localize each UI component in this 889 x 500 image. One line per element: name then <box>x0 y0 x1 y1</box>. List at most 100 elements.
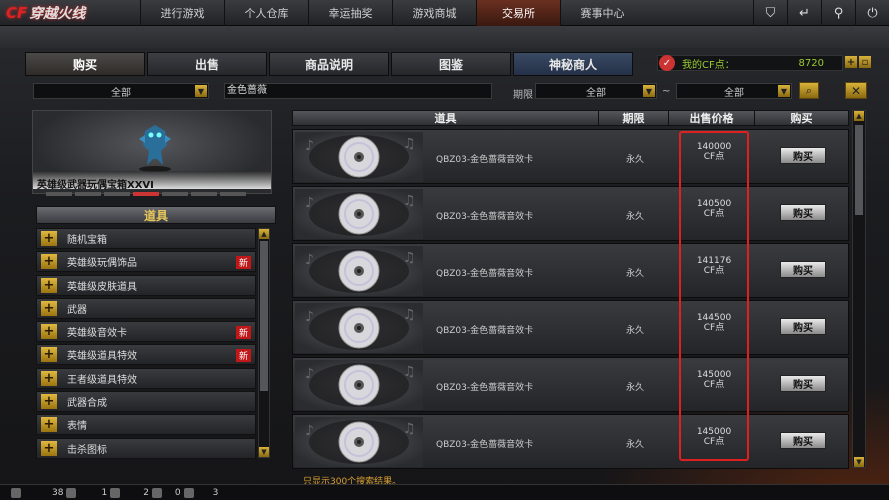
chevron-down-icon[interactable]: ▼ <box>778 85 790 97</box>
category-scrollbar[interactable]: ▲ ▼ <box>258 228 270 458</box>
buy-button[interactable]: 购买 <box>780 318 826 335</box>
tab-mystery-merchant[interactable]: 神秘商人 <box>513 52 633 76</box>
table-row[interactable]: ♪ ♫ QBZ03-金色蔷薇音效卡 永久 145000 CF点 购买 <box>292 357 849 412</box>
scroll-up-icon[interactable]: ▲ <box>854 111 864 121</box>
category-dropdown[interactable]: 全部 ▼ <box>33 83 209 99</box>
chat-icon[interactable] <box>151 487 162 498</box>
chevron-down-icon[interactable]: ▼ <box>195 85 207 97</box>
game-logo: CF 穿越火线 <box>0 0 140 26</box>
plus-icon[interactable]: + <box>41 394 57 410</box>
scrollbar-thumb[interactable] <box>260 241 268 391</box>
period-to-dropdown[interactable]: 全部 ▼ <box>676 83 792 99</box>
category-item[interactable]: + 武器 <box>36 297 256 319</box>
buy-button[interactable]: 购买 <box>780 261 826 278</box>
column-header-price[interactable]: 出售价格 <box>669 111 755 125</box>
carousel-dot[interactable] <box>191 192 217 196</box>
tab-item-info[interactable]: 商品说明 <box>269 52 389 76</box>
plus-icon[interactable]: + <box>41 277 57 293</box>
carousel-dot[interactable] <box>220 192 246 196</box>
nav-play-game[interactable]: 进行游戏 <box>140 0 224 26</box>
item-period: 永久 <box>626 155 645 165</box>
category-label: 英雄级皮肤道具 <box>67 281 137 293</box>
listing-scrollbar[interactable]: ▲ ▼ <box>852 110 866 468</box>
logout-icon[interactable]: ↵ <box>787 0 821 26</box>
category-item[interactable]: + 王者级道具特效 <box>36 367 256 389</box>
menu-icon[interactable] <box>11 487 21 498</box>
nav-events[interactable]: 赛事中心 <box>560 0 644 26</box>
category-item[interactable]: + 击杀图标 <box>36 437 256 459</box>
item-price: 140500 CF点 <box>676 199 752 219</box>
table-row[interactable]: ♪ ♫ QBZ03-金色蔷薇音效卡 永久 140500 CF点 购买 <box>292 186 849 241</box>
price-value: 140000 <box>696 142 732 152</box>
add-cf-button[interactable]: + <box>845 56 857 68</box>
carousel-dot[interactable] <box>162 192 188 196</box>
search-button[interactable]: ⌕ <box>799 82 819 99</box>
my-cf-points: 我的CF点： 8720 <box>657 55 843 71</box>
buy-button[interactable]: 购买 <box>780 432 826 449</box>
shield-icon[interactable]: ⛉ <box>753 0 787 26</box>
category-item[interactable]: + 随机宝箱 <box>36 228 256 249</box>
speaker-icon[interactable] <box>183 487 194 498</box>
plus-icon[interactable]: + <box>41 370 57 386</box>
tab-catalog[interactable]: 图鉴 <box>391 52 511 76</box>
carousel-dot[interactable] <box>75 192 101 196</box>
table-row[interactable]: ♪ ♫ QBZ03-金色蔷薇音效卡 永久 140000 CF点 购买 <box>292 129 849 184</box>
nav-exchange[interactable]: 交易所 <box>476 0 560 26</box>
plus-icon[interactable]: + <box>41 254 57 270</box>
buy-button[interactable]: 购买 <box>780 375 826 392</box>
nav-lucky-draw[interactable]: 幸运抽奖 <box>308 0 392 26</box>
scrollbar-thumb[interactable] <box>855 125 863 215</box>
column-header-buy: 购买 <box>790 112 813 125</box>
category-item[interactable]: + 表情 <box>36 414 256 436</box>
scroll-up-icon[interactable]: ▲ <box>259 229 269 239</box>
plus-icon[interactable]: + <box>41 231 57 246</box>
chevron-down-icon[interactable]: ▼ <box>643 85 655 97</box>
category-item[interactable]: + 英雄级皮肤道具 <box>36 274 256 296</box>
scroll-down-icon[interactable]: ▼ <box>259 447 269 457</box>
table-row[interactable]: ♪ ♫ QBZ03-金色蔷薇音效卡 永久 141176 CF点 购买 <box>292 243 849 298</box>
carousel-dot[interactable] <box>46 192 72 196</box>
category-item[interactable]: + 英雄级音效卡 新 <box>36 321 256 343</box>
close-icon: ✕ <box>850 83 862 98</box>
plus-icon[interactable]: + <box>41 324 57 340</box>
search-input[interactable]: 金色蔷薇 <box>224 83 492 99</box>
category-item[interactable]: + 英雄级道具特效 新 <box>36 344 256 366</box>
left-panel: 英雄级武器玩偶宝箱XXVI 道具 + 随机宝箱 + 英雄级玩偶饰品新 + 英雄级皮肤道… <box>32 110 280 470</box>
table-row[interactable]: ♪ ♫ QBZ03-金色蔷薇音效卡 永久 144500 CF点 购买 <box>292 300 849 355</box>
people-icon[interactable] <box>66 487 77 498</box>
range-tilde: ~ <box>662 86 671 97</box>
nav-game-mall[interactable]: 游戏商城 <box>392 0 476 26</box>
status-count: 3 <box>212 487 219 498</box>
period-from-dropdown[interactable]: 全部 ▼ <box>535 83 657 99</box>
close-button[interactable]: ✕ <box>845 82 867 99</box>
carousel-dot-active[interactable] <box>133 192 159 196</box>
listing-table: 道具 期限 出售价格 购买 ♪ ♫ QBZ03-金色蔷薇音效卡 永久 140000 CF点… <box>292 110 849 469</box>
plus-icon[interactable]: + <box>41 440 57 456</box>
nav-inventory[interactable]: 个人仓库 <box>224 0 308 26</box>
plus-icon[interactable]: + <box>41 417 57 433</box>
cf-info-button[interactable]: ▫ <box>859 56 871 68</box>
column-header-item[interactable]: 道具 <box>293 111 599 125</box>
plus-icon[interactable]: + <box>41 300 57 316</box>
table-row[interactable]: ♪ ♫ QBZ03-金色蔷薇音效卡 永久 145000 CF点 购买 <box>292 414 849 469</box>
new-badge: 新 <box>236 256 251 270</box>
plus-icon[interactable]: + <box>41 347 57 363</box>
carousel-dot[interactable] <box>104 192 130 196</box>
featured-showcase[interactable]: 英雄级武器玩偶宝箱XXVI <box>32 110 272 194</box>
buy-button[interactable]: 购买 <box>780 204 826 221</box>
power-icon[interactable]: ⏻ <box>855 0 889 26</box>
tab-sell[interactable]: 出售 <box>147 52 267 76</box>
column-header-period[interactable]: 期限 <box>599 111 669 125</box>
shield-icon[interactable] <box>110 487 121 498</box>
category-item[interactable]: + 武器合成 <box>36 391 256 413</box>
scroll-down-icon[interactable]: ▼ <box>854 457 864 467</box>
featured-caption: 英雄级武器玩偶宝箱XXVI <box>33 171 271 191</box>
price-unit: CF点 <box>703 266 725 276</box>
buy-button[interactable]: 购买 <box>780 147 826 164</box>
music-disc-icon: ♪ ♫ <box>305 306 416 350</box>
tab-buy[interactable]: 购买 <box>25 52 145 76</box>
wrench-icon[interactable]: ⚲ <box>821 0 855 26</box>
status-group: 1 <box>101 487 123 498</box>
price-unit: CF点 <box>703 209 725 219</box>
category-item[interactable]: + 英雄级玩偶饰品 新 <box>36 251 256 273</box>
